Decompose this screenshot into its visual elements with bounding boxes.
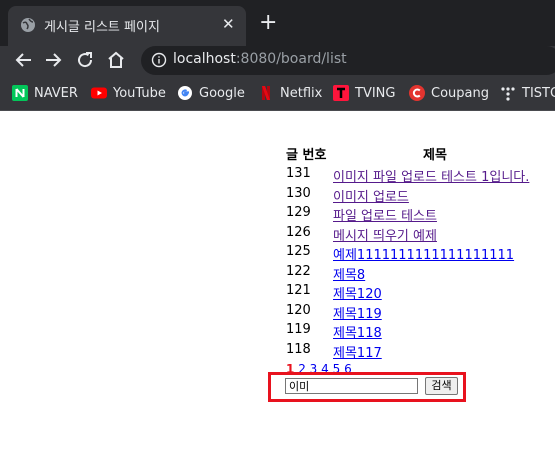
bookmark-tistory[interactable]: TISTO xyxy=(500,83,555,103)
post-number: 129 xyxy=(286,205,311,220)
browser-tab[interactable]: 게시글 리스트 페이지 ✕ xyxy=(8,6,246,46)
post-title-link[interactable]: 제목118 xyxy=(333,322,382,341)
bookmark-label: Netflix xyxy=(280,85,323,101)
bookmark-coupang[interactable]: Coupang xyxy=(409,83,489,103)
info-icon[interactable] xyxy=(151,52,167,68)
reload-icon[interactable] xyxy=(73,48,97,72)
url-host: localhost xyxy=(173,51,236,67)
bookmark-naver[interactable]: NAVER xyxy=(12,83,78,103)
post-title-link[interactable]: 이미지 파일 업로드 테스트 1입니다. xyxy=(333,166,529,185)
post-number: 125 xyxy=(286,244,311,259)
bookmark-google[interactable]: Google xyxy=(177,83,245,103)
bookmark-label: TISTO xyxy=(522,85,555,101)
google-icon xyxy=(178,86,192,100)
bookmark-label: YouTube xyxy=(113,85,166,101)
bookmark-label: Coupang xyxy=(431,85,489,101)
post-number: 120 xyxy=(286,303,311,318)
post-title-link[interactable]: 제목8 xyxy=(333,264,365,283)
bookmark-youtube[interactable]: YouTube xyxy=(91,83,166,103)
post-title-link[interactable]: 메시지 띄우기 예제 xyxy=(333,225,437,244)
search-button[interactable]: 검색 xyxy=(425,377,458,395)
coupang-icon xyxy=(409,85,425,101)
naver-icon xyxy=(12,85,28,101)
post-title-link[interactable]: 제목119 xyxy=(333,303,382,322)
post-title-link[interactable]: 이미지 업로드 xyxy=(333,186,409,205)
back-arrow-icon[interactable] xyxy=(12,48,36,72)
bookmark-tving[interactable]: TVING xyxy=(333,83,395,103)
search-input[interactable] xyxy=(285,378,418,394)
address-bar[interactable]: localhost:8080/board/list xyxy=(141,46,555,75)
post-number: 118 xyxy=(286,342,311,357)
tistory-icon xyxy=(501,87,515,101)
post-number: 126 xyxy=(286,225,311,240)
youtube-icon xyxy=(91,87,107,99)
post-title-link[interactable]: 제목120 xyxy=(333,283,382,302)
bookmark-netflix[interactable]: Netflix xyxy=(258,83,322,103)
tving-icon xyxy=(333,85,349,101)
column-header-title: 제목 xyxy=(423,148,447,163)
post-number: 121 xyxy=(286,283,311,298)
url-text[interactable]: localhost:8080/board/list xyxy=(173,51,347,67)
tab-title: 게시글 리스트 페이지 xyxy=(44,20,160,35)
new-tab-button[interactable]: + xyxy=(259,11,277,35)
globe-icon xyxy=(21,18,35,32)
browser-toolbar: localhost:8080/board/list xyxy=(0,46,555,76)
home-icon[interactable] xyxy=(104,48,128,72)
page-content: 글 번호 제목 131 이미지 파일 업로드 테스트 1입니다. 130 이미지… xyxy=(0,111,555,470)
bookmark-label: NAVER xyxy=(34,85,78,101)
column-header-number: 글 번호 xyxy=(286,148,327,163)
post-title-link[interactable]: 파일 업로드 테스트 xyxy=(333,205,437,224)
post-number: 130 xyxy=(286,186,311,201)
forward-arrow-icon[interactable] xyxy=(41,48,65,72)
post-number: 119 xyxy=(286,322,311,337)
post-number: 131 xyxy=(286,166,311,181)
post-number: 122 xyxy=(286,264,311,279)
bookmark-label: TVING xyxy=(355,85,396,101)
post-title-link[interactable]: 제목117 xyxy=(333,342,382,361)
bookmarks-bar: NAVER YouTube Google Netflix TVING Coupa… xyxy=(0,76,555,111)
netflix-icon xyxy=(262,86,270,100)
bookmark-label: Google xyxy=(199,85,245,101)
tab-strip: 게시글 리스트 페이지 ✕ + xyxy=(0,0,555,46)
post-title-link[interactable]: 예제1111111111111111111 xyxy=(333,244,514,263)
url-path: :8080/board/list xyxy=(235,51,347,67)
close-icon[interactable]: ✕ xyxy=(222,15,235,33)
